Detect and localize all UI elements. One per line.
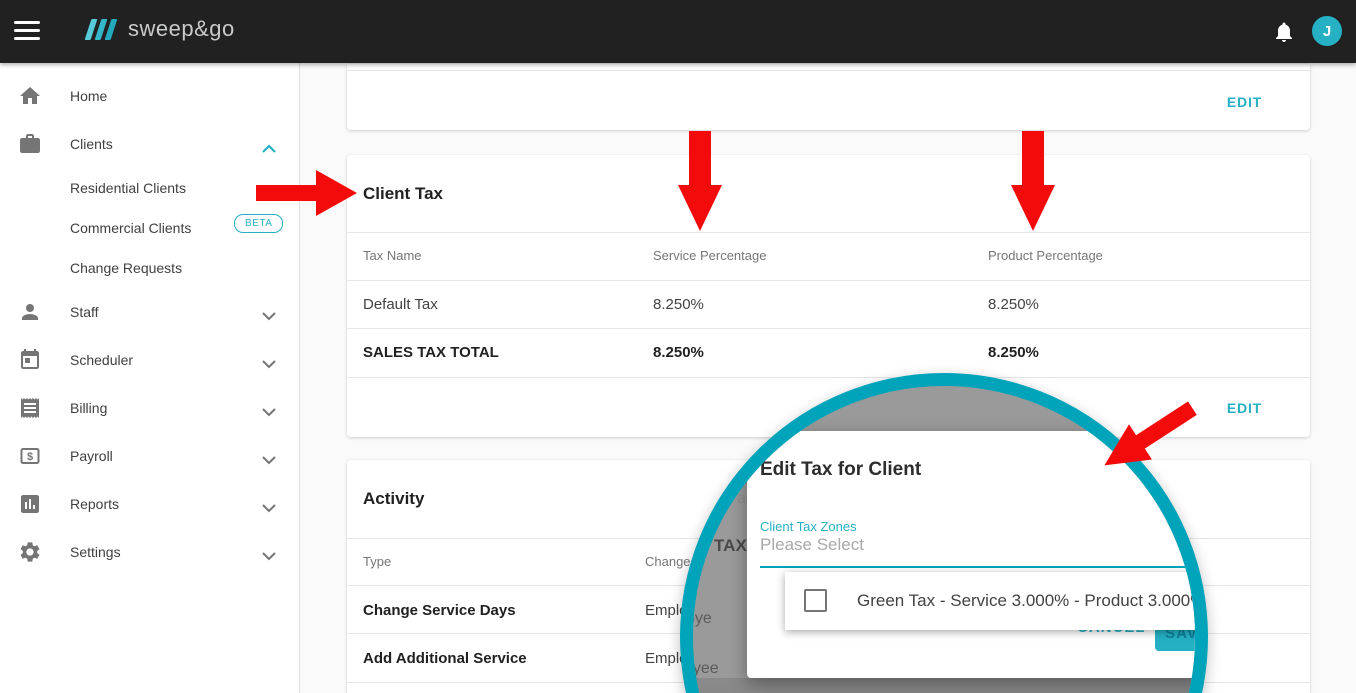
cell-product-percentage: 8.250% — [988, 296, 1039, 313]
dropdown-option[interactable]: Green Tax - Service 3.000% - Product 3.0… — [857, 591, 1205, 611]
sidebar-item-label: Change Requests — [70, 260, 182, 276]
card-title: Client Tax — [363, 184, 443, 204]
magnified-background-fragment: S TAX — [698, 536, 747, 556]
sidebar-item-label: Payroll — [70, 448, 113, 464]
sidebar-item-label: Billing — [70, 400, 107, 416]
chevron-down-icon — [262, 548, 276, 557]
sidebar-item-label: Residential Clients — [70, 180, 186, 196]
cell-product-percentage: 8.250% — [988, 344, 1039, 361]
app-logo: sweep&go — [88, 16, 235, 42]
receipt-icon — [18, 396, 42, 420]
sidebar-item-label: Scheduler — [70, 352, 133, 368]
menu-icon[interactable] — [14, 21, 40, 41]
sidebar-item-home[interactable]: Home — [0, 76, 299, 116]
calendar-icon — [18, 348, 42, 372]
annotation-arrow-down-service — [677, 131, 723, 232]
chevron-down-icon — [262, 308, 276, 317]
divider — [347, 280, 1310, 281]
chevron-down-icon — [262, 500, 276, 509]
logo-text: sweep&go — [128, 16, 235, 42]
sidebar-item-reports[interactable]: Reports — [0, 484, 299, 524]
tax-zones-select[interactable]: Please Select — [760, 535, 864, 555]
gear-icon — [18, 540, 42, 564]
edit-button[interactable]: EDIT — [1227, 400, 1262, 416]
person-icon — [18, 300, 42, 324]
sidebar: Home Clients Residential Clients Commerc… — [0, 63, 300, 693]
sidebar-item-label: Commercial Clients — [70, 220, 191, 236]
option-checkbox[interactable] — [804, 589, 827, 612]
page: Home Clients Residential Clients Commerc… — [0, 0, 1356, 693]
select-underline — [760, 566, 1208, 568]
modal-title: Edit Tax for Client — [760, 459, 921, 481]
sidebar-item-settings[interactable]: Settings — [0, 532, 299, 572]
client-tax-zones-label: Client Tax Zones — [760, 519, 857, 534]
sidebar-item-scheduler[interactable]: Scheduler — [0, 340, 299, 380]
notifications-bell-icon[interactable] — [1272, 19, 1296, 45]
divider — [347, 232, 1310, 233]
sidebar-item-change-requests[interactable]: Change Requests — [0, 248, 299, 288]
column-header-product-percentage: Product Percentage — [988, 248, 1103, 263]
column-header-service-percentage: Service Percentage — [653, 248, 766, 263]
client-tax-card: Client Tax Tax Name Service Percentage P… — [347, 155, 1310, 437]
cell-tax-name: Default Tax — [363, 296, 438, 313]
magnified-dim-backdrop — [680, 678, 1208, 693]
sidebar-item-clients[interactable]: Clients — [0, 124, 299, 164]
sidebar-item-label: Reports — [70, 496, 119, 512]
sidebar-item-label: Clients — [70, 136, 113, 152]
column-header-type: Type — [363, 554, 391, 569]
cell-type: Change Service Days — [363, 602, 516, 619]
divider — [347, 328, 1310, 329]
annotation-arrow-right — [256, 170, 358, 216]
tax-zones-dropdown: Green Tax - Service 3.000% - Product 3.0… — [785, 572, 1208, 630]
chevron-down-icon — [262, 356, 276, 365]
chevron-up-icon — [262, 140, 276, 149]
cell-service-percentage: 8.250% — [653, 296, 704, 313]
home-icon — [18, 84, 42, 108]
sidebar-item-label: Settings — [70, 544, 121, 560]
sidebar-item-billing[interactable]: Billing — [0, 388, 299, 428]
annotation-arrow-down-product — [1010, 131, 1056, 232]
chevron-down-icon — [262, 452, 276, 461]
sidebar-item-label: Home — [70, 88, 107, 104]
bar-chart-icon — [18, 492, 42, 516]
column-header-tax-name: Tax Name — [363, 248, 422, 263]
topbar: sweep&go J — [0, 0, 1356, 63]
sidebar-item-residential-clients[interactable]: Residential Clients — [0, 168, 299, 208]
svg-text:$: $ — [27, 451, 33, 463]
logo-bars-icon — [88, 19, 118, 40]
sidebar-item-staff[interactable]: Staff — [0, 292, 299, 332]
top-card: EDIT — [347, 64, 1310, 130]
dollar-box-icon: $ — [18, 444, 42, 468]
sidebar-item-payroll[interactable]: $ Payroll — [0, 436, 299, 476]
cell-tax-name: SALES TAX TOTAL — [363, 344, 499, 361]
divider — [347, 377, 1310, 378]
card-title: Activity — [363, 489, 424, 509]
magnified-background-fragment: oye — [686, 610, 712, 628]
sidebar-item-label: Staff — [70, 304, 99, 320]
sidebar-item-commercial-clients[interactable]: Commercial Clients BETA — [0, 208, 299, 248]
cell-service-percentage: 8.250% — [653, 344, 704, 361]
divider — [347, 70, 1310, 71]
magnified-background-fragment: oyee — [684, 660, 719, 678]
briefcase-icon — [18, 132, 42, 156]
chevron-down-icon — [262, 404, 276, 413]
user-avatar[interactable]: J — [1312, 16, 1342, 46]
beta-badge: BETA — [234, 214, 283, 233]
cell-type: Add Additional Service — [363, 650, 527, 667]
edit-button[interactable]: EDIT — [1227, 94, 1262, 110]
